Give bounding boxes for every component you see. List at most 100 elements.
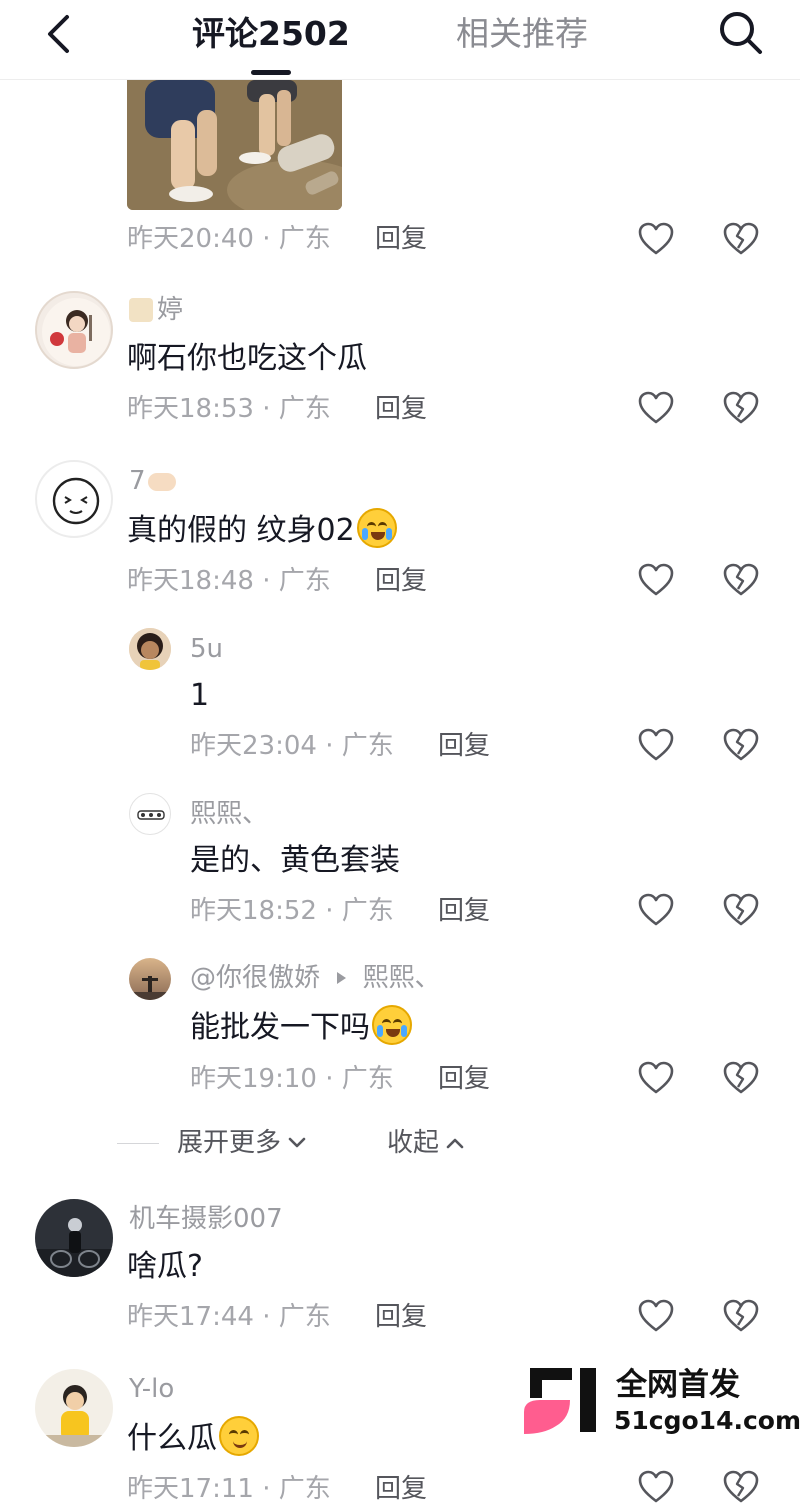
- comment-username[interactable]: Y-lo: [129, 1372, 174, 1406]
- comment-region: 广东: [278, 394, 331, 424]
- dislike-button[interactable]: [722, 561, 760, 599]
- comment-meta: 昨天18:53 · 广东 回复: [127, 392, 427, 426]
- like-button[interactable]: [637, 726, 675, 764]
- comment-username[interactable]: 婷: [129, 293, 183, 327]
- reply-text: 能批发一下吗: [190, 1005, 412, 1048]
- comment-time: 昨天20:40: [127, 224, 254, 254]
- broken-heart-icon: [723, 391, 759, 424]
- chevron-down-icon: [288, 1137, 306, 1148]
- reply-button[interactable]: 回复: [438, 896, 490, 926]
- meta-separator: ·: [262, 1474, 279, 1504]
- comment-text: 啊石你也吃这个瓜: [127, 341, 367, 376]
- reply-meta: 昨天18:52 · 广东 回复: [190, 894, 490, 928]
- like-button[interactable]: [637, 220, 675, 258]
- reply-button[interactable]: 回复: [375, 224, 427, 254]
- reply-button[interactable]: 回复: [438, 731, 490, 761]
- comments-page: 评论2502 相关推荐 昨天20:40 · 广东 回复 婷 啊石你也吃这个瓜 昨…: [0, 0, 800, 1508]
- broken-heart-icon: [723, 1061, 759, 1094]
- reply-username[interactable]: 5u: [190, 632, 223, 666]
- heart-outline-icon: [638, 222, 674, 255]
- reply-username[interactable]: @你很傲娇 熙熙、: [190, 961, 441, 995]
- watermark-logo-icon: [524, 1368, 596, 1434]
- reply-button[interactable]: 回复: [375, 1474, 427, 1504]
- dislike-button[interactable]: [722, 726, 760, 764]
- heart-outline-icon: [638, 1061, 674, 1094]
- search-button[interactable]: [714, 6, 768, 60]
- reply-button[interactable]: 回复: [375, 566, 427, 596]
- broken-heart-icon: [723, 1470, 759, 1503]
- comment-region: 广东: [278, 224, 331, 254]
- avatar[interactable]: [35, 291, 113, 369]
- watermark-title: 全网首发: [616, 1367, 740, 1403]
- comment-region: 广东: [341, 896, 394, 926]
- comment-meta: 昨天17:11 · 广东 回复: [127, 1472, 427, 1506]
- crying-emoji-icon: [356, 508, 397, 548]
- reply-button[interactable]: 回复: [438, 1064, 490, 1094]
- dislike-button[interactable]: [722, 1059, 760, 1097]
- avatar[interactable]: [35, 1369, 113, 1447]
- tab-related[interactable]: 相关推荐: [456, 12, 588, 56]
- comment-username[interactable]: 机车摄影007: [129, 1202, 283, 1236]
- comment-time: 昨天23:04: [190, 731, 317, 761]
- dislike-button[interactable]: [722, 389, 760, 427]
- avatar[interactable]: [129, 628, 171, 670]
- active-tab-indicator: [251, 70, 291, 75]
- meta-separator: ·: [262, 224, 279, 254]
- expand-more-button[interactable]: 展开更多: [177, 1126, 307, 1160]
- broken-heart-icon: [723, 563, 759, 596]
- reply-text: 1: [190, 678, 210, 713]
- comment-meta: 昨天18:48 · 广东 回复: [127, 564, 427, 598]
- reply-arrow-icon: [337, 972, 347, 984]
- comment-time: 昨天17:11: [127, 1474, 254, 1504]
- heart-outline-icon: [638, 1470, 674, 1503]
- broken-heart-icon: [723, 222, 759, 255]
- user-badge-icon: [129, 298, 153, 322]
- dislike-button[interactable]: [722, 891, 760, 929]
- like-button[interactable]: [637, 891, 675, 929]
- search-icon: [720, 12, 762, 54]
- dislike-button[interactable]: [722, 220, 760, 258]
- like-button[interactable]: [637, 561, 675, 599]
- like-button[interactable]: [637, 1468, 675, 1506]
- reply-meta: 昨天19:10 · 广东 回复: [190, 1062, 490, 1096]
- reply-username[interactable]: 熙熙、: [190, 797, 268, 831]
- comment-image[interactable]: [127, 80, 342, 210]
- comment-text: 真的假的 纹身02: [127, 508, 397, 551]
- heart-outline-icon: [638, 391, 674, 424]
- broken-heart-icon: [723, 728, 759, 761]
- reply-meta: 昨天23:04 · 广东 回复: [190, 729, 490, 763]
- comment-time: 昨天19:10: [190, 1064, 317, 1094]
- crying-emoji-icon: [372, 1005, 412, 1045]
- like-button[interactable]: [637, 1297, 675, 1335]
- comment-username[interactable]: 7: [129, 464, 176, 498]
- meta-separator: ·: [262, 566, 279, 596]
- dislike-button[interactable]: [722, 1297, 760, 1335]
- smiling-emoji-icon: [219, 1416, 259, 1456]
- avatar[interactable]: [129, 793, 171, 835]
- reply-button[interactable]: 回复: [375, 1302, 427, 1332]
- comment-text: 什么瓜: [127, 1416, 259, 1459]
- watermark: 全网首发 51cgo14.com: [520, 1366, 800, 1438]
- reply-text: 是的、黄色套装: [190, 843, 400, 878]
- avatar[interactable]: [129, 958, 171, 1000]
- comment-time: 昨天18:53: [127, 394, 254, 424]
- chevron-left-icon: [48, 15, 69, 53]
- avatar[interactable]: [35, 1199, 113, 1277]
- broken-heart-icon: [723, 893, 759, 926]
- dislike-button[interactable]: [722, 1468, 760, 1506]
- collapse-button[interactable]: 收起: [387, 1126, 465, 1160]
- meta-separator: ·: [325, 896, 342, 926]
- broken-heart-icon: [723, 1299, 759, 1332]
- like-button[interactable]: [637, 389, 675, 427]
- comment-time: 昨天18:52: [190, 896, 317, 926]
- hand-emoji-icon: [147, 473, 176, 491]
- avatar[interactable]: [35, 460, 113, 538]
- comment-region: 广东: [278, 1474, 331, 1504]
- comment-region: 广东: [278, 1302, 331, 1332]
- heart-outline-icon: [638, 1299, 674, 1332]
- comment-region: 广东: [341, 731, 394, 761]
- back-button[interactable]: [38, 10, 78, 58]
- tab-comments[interactable]: 评论2502: [192, 12, 350, 56]
- like-button[interactable]: [637, 1059, 675, 1097]
- reply-button[interactable]: 回复: [375, 394, 427, 424]
